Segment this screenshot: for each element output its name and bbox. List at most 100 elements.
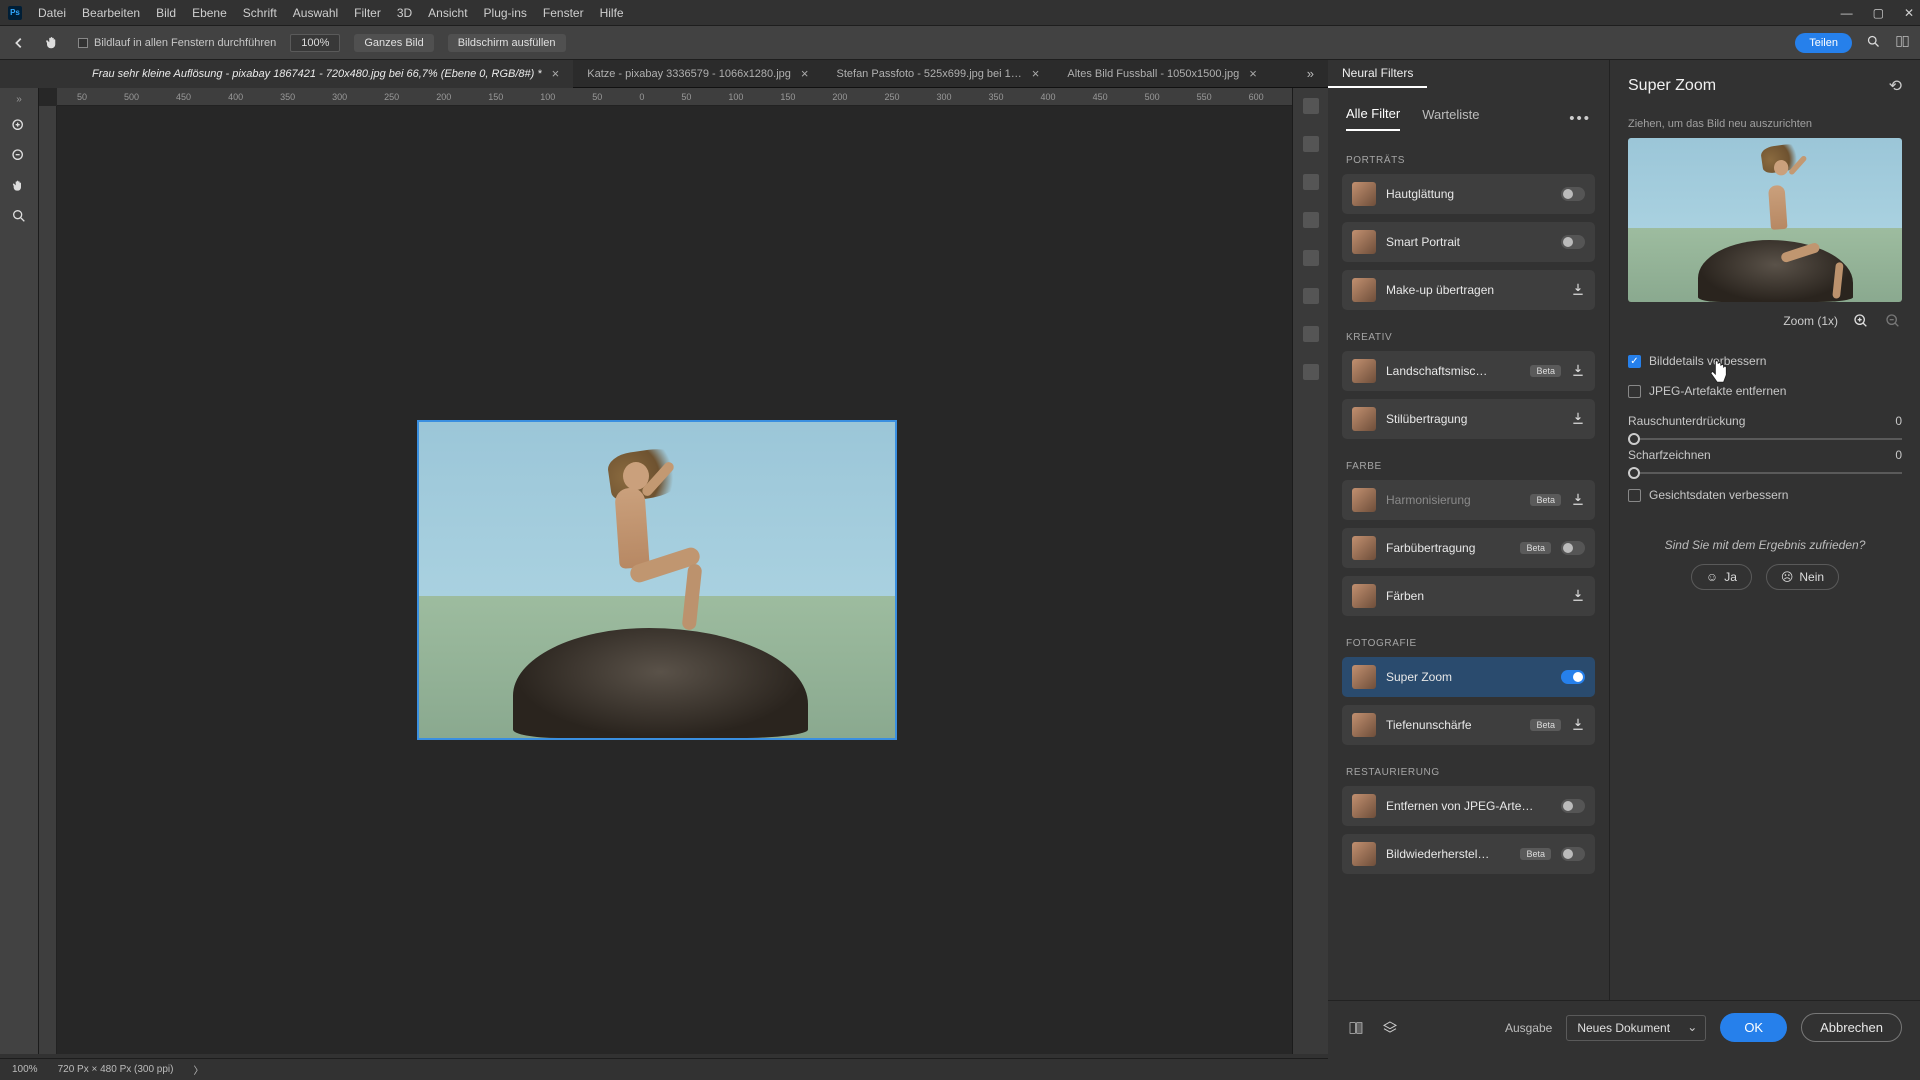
- check-enhance-details[interactable]: ✓ Bilddetails verbessern: [1628, 346, 1902, 376]
- menu-datei[interactable]: Datei: [38, 6, 66, 20]
- filter-label: Hautglättung: [1386, 187, 1551, 201]
- filter-row[interactable]: Stilübertragung: [1342, 399, 1595, 439]
- panel-icon[interactable]: [1303, 364, 1319, 380]
- filter-row[interactable]: FarbübertragungBeta: [1342, 528, 1595, 568]
- hand-tool-icon[interactable]: [42, 32, 64, 54]
- filter-row[interactable]: Hautglättung: [1342, 174, 1595, 214]
- panel-icon[interactable]: [1303, 326, 1319, 342]
- filter-row[interactable]: Landschaftsmisc…Beta: [1342, 351, 1595, 391]
- menu-auswahl[interactable]: Auswahl: [293, 6, 338, 20]
- fit-whole-button[interactable]: Ganzes Bild: [354, 34, 433, 52]
- filter-thumb: [1352, 842, 1376, 866]
- tab-close-icon[interactable]: ×: [552, 66, 560, 81]
- tab-close-icon[interactable]: ×: [1249, 66, 1257, 81]
- tab-all-filters[interactable]: Alle Filter: [1346, 106, 1400, 131]
- output-select[interactable]: Neues Dokument: [1566, 1015, 1706, 1041]
- fill-screen-button[interactable]: Bildschirm ausfüllen: [448, 34, 566, 52]
- cancel-button[interactable]: Abbrechen: [1801, 1013, 1902, 1042]
- status-chevron-icon[interactable]: 〉: [194, 1062, 204, 1077]
- zoom-percent-input[interactable]: 100%: [290, 34, 340, 52]
- zoom-preview[interactable]: [1628, 138, 1902, 302]
- filter-row[interactable]: Make-up übertragen: [1342, 270, 1595, 310]
- neural-panel-tab[interactable]: Neural Filters: [1328, 60, 1427, 88]
- collapsed-panel-dock[interactable]: [1292, 88, 1328, 1054]
- menu-filter[interactable]: Filter: [354, 6, 381, 20]
- filter-row[interactable]: Färben: [1342, 576, 1595, 616]
- zoom-out-icon[interactable]: [10, 147, 28, 165]
- window-maximize-icon[interactable]: ▢: [1873, 6, 1884, 20]
- search-icon[interactable]: [1866, 34, 1881, 52]
- window-close-icon[interactable]: ✕: [1904, 6, 1914, 20]
- menu-hilfe[interactable]: Hilfe: [600, 6, 624, 20]
- panel-icon[interactable]: [1303, 136, 1319, 152]
- document-tab[interactable]: Stefan Passfoto - 525x699.jpg bei 1…×: [823, 60, 1054, 88]
- filter-scroll-list[interactable]: PORTRÄTS Hautglättung Smart Portrait Make-u…: [1328, 131, 1609, 1054]
- filter-thumb: [1352, 278, 1376, 302]
- download-icon[interactable]: [1571, 588, 1585, 605]
- download-icon[interactable]: [1571, 492, 1585, 509]
- feedback-no-button[interactable]: ☹Nein: [1766, 564, 1839, 590]
- filter-toggle[interactable]: [1561, 847, 1585, 861]
- menu-ansicht[interactable]: Ansicht: [428, 6, 467, 20]
- panel-icon[interactable]: [1303, 212, 1319, 228]
- check-remove-jpeg[interactable]: JPEG-Artefakte entfernen: [1628, 376, 1902, 406]
- noise-slider[interactable]: [1628, 438, 1902, 440]
- menu-ebene[interactable]: Ebene: [192, 6, 227, 20]
- zoom-in-button[interactable]: [1852, 312, 1870, 330]
- zoom-in-icon[interactable]: [10, 117, 28, 135]
- filter-toggle[interactable]: [1561, 670, 1585, 684]
- checkbox-icon: [1628, 385, 1641, 398]
- filter-row[interactable]: HarmonisierungBeta: [1342, 480, 1595, 520]
- document-image[interactable]: [417, 420, 897, 740]
- menu-bearbeiten[interactable]: Bearbeiten: [82, 6, 140, 20]
- document-tab[interactable]: Katze - pixabay 3336579 - 1066x1280.jpg×: [573, 60, 822, 88]
- zoom-out-button[interactable]: [1884, 312, 1902, 330]
- compare-view-icon[interactable]: [1346, 1018, 1366, 1038]
- filter-toggle[interactable]: [1561, 187, 1585, 201]
- filter-row[interactable]: Super Zoom: [1342, 657, 1595, 697]
- filter-row[interactable]: Bildwiederherstel…Beta: [1342, 834, 1595, 874]
- download-icon[interactable]: [1571, 363, 1585, 380]
- layers-icon[interactable]: [1380, 1018, 1400, 1038]
- tabs-overflow-icon[interactable]: »: [1293, 66, 1328, 81]
- drag-hint: Ziehen, um das Bild neu auszurichten: [1628, 118, 1902, 130]
- hand-icon[interactable]: [10, 177, 28, 195]
- filter-row[interactable]: Entfernen von JPEG-Arte…: [1342, 786, 1595, 826]
- panel-icon[interactable]: [1303, 174, 1319, 190]
- filter-toggle[interactable]: [1561, 235, 1585, 249]
- window-minimize-icon[interactable]: —: [1841, 6, 1853, 20]
- filter-toggle[interactable]: [1561, 541, 1585, 555]
- panel-icon[interactable]: [1303, 98, 1319, 114]
- feedback-yes-button[interactable]: ☺Ja: [1691, 564, 1752, 590]
- download-icon[interactable]: [1571, 717, 1585, 734]
- zoom-tool-icon[interactable]: [10, 207, 28, 225]
- sharpen-slider[interactable]: [1628, 472, 1902, 474]
- document-tab[interactable]: Frau sehr kleine Auflösung - pixabay 186…: [78, 60, 573, 88]
- filter-row[interactable]: TiefenunschärfeBeta: [1342, 705, 1595, 745]
- scroll-all-checkbox[interactable]: Bildlauf in allen Fenstern durchführen: [78, 37, 276, 49]
- menu-3d[interactable]: 3D: [397, 6, 412, 20]
- share-button[interactable]: Teilen: [1795, 33, 1852, 53]
- ok-button[interactable]: OK: [1720, 1013, 1787, 1042]
- check-enhance-face[interactable]: Gesichtsdaten verbessern: [1628, 480, 1902, 510]
- workspace-switcher-icon[interactable]: [1895, 34, 1910, 52]
- status-zoom[interactable]: 100%: [12, 1064, 38, 1075]
- filter-section-head: PORTRÄTS: [1342, 141, 1595, 174]
- download-icon[interactable]: [1571, 282, 1585, 299]
- filter-row[interactable]: Smart Portrait: [1342, 222, 1595, 262]
- document-tab[interactable]: Altes Bild Fussball - 1050x1500.jpg×: [1053, 60, 1270, 88]
- tab-close-icon[interactable]: ×: [801, 66, 809, 81]
- tab-close-icon[interactable]: ×: [1032, 66, 1040, 81]
- menu-plugins[interactable]: Plug-ins: [484, 6, 527, 20]
- panel-icon[interactable]: [1303, 288, 1319, 304]
- filter-toggle[interactable]: [1561, 799, 1585, 813]
- reset-icon[interactable]: ⟲: [1889, 76, 1902, 96]
- panel-icon[interactable]: [1303, 250, 1319, 266]
- filter-tabs-more-icon[interactable]: •••: [1569, 110, 1591, 127]
- menu-bild[interactable]: Bild: [156, 6, 176, 20]
- menu-schrift[interactable]: Schrift: [243, 6, 277, 20]
- tab-waitlist[interactable]: Warteliste: [1422, 107, 1479, 130]
- home-back-button[interactable]: [10, 34, 28, 52]
- menu-fenster[interactable]: Fenster: [543, 6, 584, 20]
- download-icon[interactable]: [1571, 411, 1585, 428]
